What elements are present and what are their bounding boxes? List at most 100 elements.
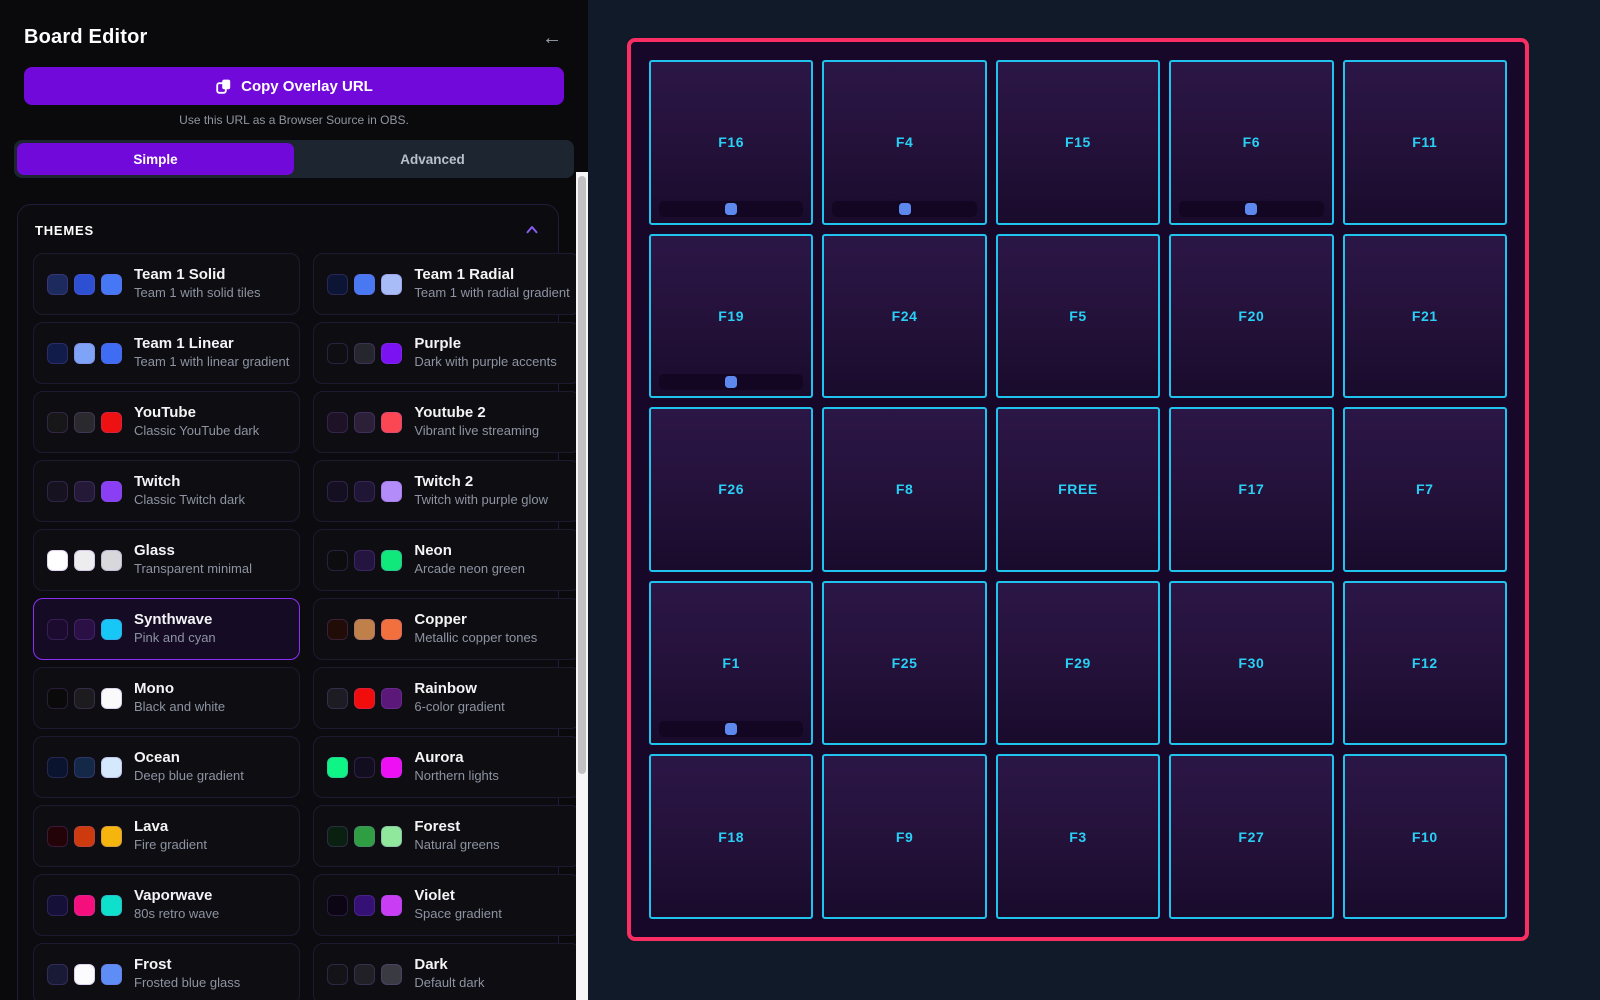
theme-card-team-1-solid[interactable]: Team 1 SolidTeam 1 with solid tiles	[33, 253, 300, 315]
theme-swatches	[327, 619, 402, 640]
theme-card-mono[interactable]: MonoBlack and white	[33, 667, 300, 729]
theme-name: Team 1 Radial	[414, 266, 569, 285]
tile-progress-bar	[659, 201, 803, 217]
theme-swatch	[327, 895, 348, 916]
theme-card-twitch[interactable]: TwitchClassic Twitch dark	[33, 460, 300, 522]
theme-card-purple[interactable]: PurpleDark with purple accents	[313, 322, 580, 384]
theme-swatches	[47, 619, 122, 640]
board-tile-f26[interactable]: F26	[649, 407, 813, 572]
theme-text: AuroraNorthern lights	[414, 749, 499, 785]
theme-card-copper[interactable]: CopperMetallic copper tones	[313, 598, 580, 660]
theme-name: Ocean	[134, 749, 244, 768]
theme-swatch	[354, 895, 375, 916]
board-tile-f3[interactable]: F3	[996, 754, 1160, 919]
theme-card-lava[interactable]: LavaFire gradient	[33, 805, 300, 867]
board-tile-f25[interactable]: F25	[822, 581, 986, 746]
tab-simple[interactable]: Simple	[17, 143, 294, 175]
theme-card-aurora[interactable]: AuroraNorthern lights	[313, 736, 580, 798]
theme-swatch	[47, 481, 68, 502]
theme-desc: Transparent minimal	[134, 561, 252, 578]
theme-swatch	[74, 619, 95, 640]
theme-desc: Team 1 with solid tiles	[134, 285, 260, 302]
tab-advanced[interactable]: Advanced	[294, 143, 571, 175]
tile-label: F17	[1238, 481, 1264, 497]
theme-swatch	[354, 412, 375, 433]
themes-header[interactable]: THEMES	[33, 221, 543, 253]
theme-name: Team 1 Solid	[134, 266, 260, 285]
board-tile-f15[interactable]: F15	[996, 60, 1160, 225]
theme-swatches	[47, 895, 122, 916]
theme-card-glass[interactable]: GlassTransparent minimal	[33, 529, 300, 591]
theme-card-youtube-2[interactable]: Youtube 2Vibrant live streaming	[313, 391, 580, 453]
theme-swatch	[381, 688, 402, 709]
board-tile-f5[interactable]: F5	[996, 234, 1160, 399]
board-tile-f27[interactable]: F27	[1169, 754, 1333, 919]
tile-label: F19	[718, 308, 744, 324]
theme-card-synthwave[interactable]: SynthwavePink and cyan	[33, 598, 300, 660]
board-tile-f12[interactable]: F12	[1343, 581, 1507, 746]
board-tile-free[interactable]: FREE	[996, 407, 1160, 572]
board-tile-f29[interactable]: F29	[996, 581, 1160, 746]
board-tile-f20[interactable]: F20	[1169, 234, 1333, 399]
theme-swatch	[354, 619, 375, 640]
chevron-up-icon[interactable]	[523, 221, 541, 239]
theme-swatch	[74, 481, 95, 502]
theme-swatches	[47, 688, 122, 709]
back-arrow-icon[interactable]: ←	[542, 28, 562, 48]
board-tile-f21[interactable]: F21	[1343, 234, 1507, 399]
theme-card-team-1-linear[interactable]: Team 1 LinearTeam 1 with linear gradient	[33, 322, 300, 384]
copy-overlay-url-button[interactable]: Copy Overlay URL	[24, 67, 564, 105]
theme-name: Dark	[414, 956, 484, 975]
theme-card-violet[interactable]: VioletSpace gradient	[313, 874, 580, 936]
theme-swatch	[101, 481, 122, 502]
theme-swatch	[354, 826, 375, 847]
theme-desc: Frosted blue glass	[134, 975, 240, 992]
board-tile-f10[interactable]: F10	[1343, 754, 1507, 919]
board-tile-f11[interactable]: F11	[1343, 60, 1507, 225]
themes-title: THEMES	[35, 223, 94, 238]
board-tile-f8[interactable]: F8	[822, 407, 986, 572]
theme-card-rainbow[interactable]: Rainbow6-color gradient	[313, 667, 580, 729]
theme-desc: Twitch with purple glow	[414, 492, 548, 509]
theme-name: Mono	[134, 680, 225, 699]
theme-swatch	[381, 895, 402, 916]
board-tile-f9[interactable]: F9	[822, 754, 986, 919]
theme-swatches	[47, 550, 122, 571]
theme-card-twitch-2[interactable]: Twitch 2Twitch with purple glow	[313, 460, 580, 522]
board-tile-f1[interactable]: F1	[649, 581, 813, 746]
theme-desc: Space gradient	[414, 906, 501, 923]
tile-label: F30	[1238, 655, 1264, 671]
theme-card-ocean[interactable]: OceanDeep blue gradient	[33, 736, 300, 798]
theme-card-vaporwave[interactable]: Vaporwave80s retro wave	[33, 874, 300, 936]
board-tile-f30[interactable]: F30	[1169, 581, 1333, 746]
board-tile-f16[interactable]: F16	[649, 60, 813, 225]
tile-label: F27	[1238, 829, 1264, 845]
theme-swatch	[101, 343, 122, 364]
theme-card-forest[interactable]: ForestNatural greens	[313, 805, 580, 867]
theme-text: Team 1 RadialTeam 1 with radial gradient	[414, 266, 569, 302]
theme-desc: Dark with purple accents	[414, 354, 556, 371]
board-tile-f18[interactable]: F18	[649, 754, 813, 919]
theme-card-team-1-radial[interactable]: Team 1 RadialTeam 1 with radial gradient	[313, 253, 580, 315]
theme-swatch	[47, 550, 68, 571]
board-tile-f24[interactable]: F24	[822, 234, 986, 399]
copy-button-label: Copy Overlay URL	[241, 78, 373, 95]
theme-card-youtube[interactable]: YouTubeClassic YouTube dark	[33, 391, 300, 453]
board-tile-f7[interactable]: F7	[1343, 407, 1507, 572]
theme-swatch	[327, 550, 348, 571]
board-tile-f6[interactable]: F6	[1169, 60, 1333, 225]
theme-card-dark[interactable]: DarkDefault dark	[313, 943, 580, 1000]
board-tile-f19[interactable]: F19	[649, 234, 813, 399]
theme-swatch	[327, 688, 348, 709]
board-tile-f17[interactable]: F17	[1169, 407, 1333, 572]
scrollbar-thumb[interactable]	[578, 176, 586, 774]
tile-marker-icon	[899, 203, 911, 215]
sidebar-scrollbar[interactable]	[576, 172, 588, 1000]
theme-swatch	[354, 688, 375, 709]
theme-card-frost[interactable]: FrostFrosted blue glass	[33, 943, 300, 1000]
theme-card-neon[interactable]: NeonArcade neon green	[313, 529, 580, 591]
theme-swatch	[47, 826, 68, 847]
board-tile-f4[interactable]: F4	[822, 60, 986, 225]
bingo-board: F16F4F15F6F11 F19 F24F5F20F21 F26F8FREE F17 F…	[627, 38, 1529, 941]
themes-panel: THEMES Team 1 SolidTeam 1 with solid til…	[17, 204, 559, 1000]
